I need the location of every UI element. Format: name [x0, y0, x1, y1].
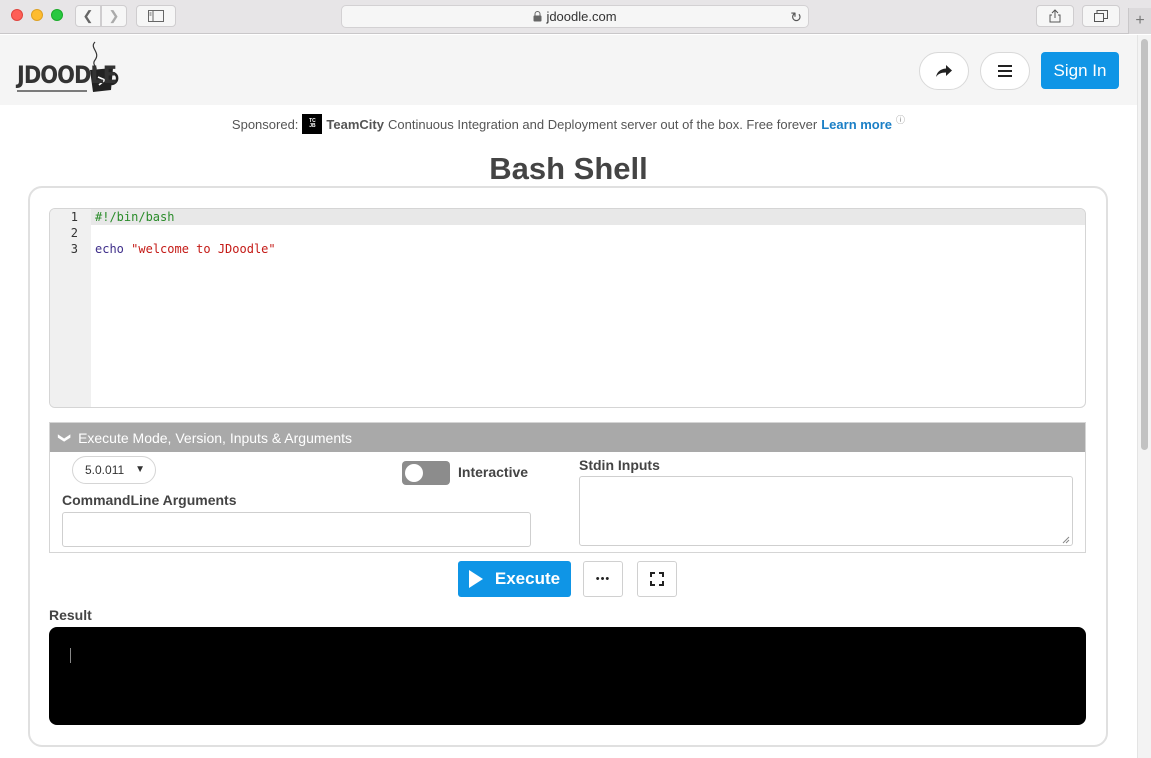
- chevron-right-icon: ❯: [108, 8, 120, 23]
- info-icon[interactable]: ⓘ: [896, 113, 905, 126]
- resize-grip-icon[interactable]: [1062, 536, 1070, 544]
- sidebar-icon: [148, 10, 164, 22]
- minimize-window-button[interactable]: [31, 9, 43, 21]
- commandline-args-input[interactable]: [62, 512, 531, 547]
- stdin-label: Stdin Inputs: [579, 457, 660, 473]
- close-window-button[interactable]: [11, 9, 23, 21]
- lock-icon: [533, 11, 542, 22]
- share-arrow-icon: [936, 65, 952, 77]
- fullscreen-button[interactable]: [637, 561, 677, 597]
- back-button[interactable]: ❮: [75, 5, 101, 27]
- sponsor-brand[interactable]: TeamCity: [326, 117, 384, 132]
- tabs-icon: [1094, 10, 1108, 22]
- toggle-knob: [405, 464, 423, 482]
- chevron-down-icon: ❯: [58, 432, 73, 443]
- sponsor-banner: Sponsored: TC JB TeamCity Continuous Inte…: [0, 113, 1137, 135]
- commandline-args-label: CommandLine Arguments: [62, 492, 237, 508]
- more-options-button[interactable]: •••: [583, 561, 623, 597]
- site-header: JDOODLE Sign In: [0, 35, 1137, 105]
- code-string: "welcome to JDoodle": [131, 242, 276, 256]
- reload-icon[interactable]: ↻: [790, 9, 802, 26]
- interactive-toggle[interactable]: [402, 461, 450, 485]
- terminal-cursor: [70, 648, 71, 663]
- result-label: Result: [49, 607, 92, 623]
- code-keyword: echo: [95, 242, 124, 256]
- zoom-window-button[interactable]: [51, 9, 63, 21]
- version-value: 5.0.011: [85, 463, 125, 477]
- execute-button[interactable]: Execute: [458, 561, 571, 597]
- line-number: 1: [70, 210, 78, 224]
- code-line-shebang: #!/bin/bash: [95, 210, 175, 224]
- share-icon: [1049, 9, 1061, 23]
- ellipsis-icon: •••: [595, 573, 611, 585]
- hamburger-icon: [998, 65, 1012, 77]
- page-scrollbar[interactable]: [1137, 35, 1151, 758]
- scroll-thumb[interactable]: [1141, 39, 1148, 450]
- sponsor-text: Continuous Integration and Deployment se…: [387, 116, 818, 132]
- url-text: jdoodle.com: [546, 9, 617, 24]
- teamcity-logo-icon[interactable]: TC JB: [302, 114, 323, 134]
- execute-options-header[interactable]: ❯ Execute Mode, Version, Inputs & Argume…: [50, 423, 1085, 452]
- sign-in-button[interactable]: Sign In: [1041, 52, 1119, 89]
- interactive-label: Interactive: [458, 464, 529, 480]
- fullscreen-icon: [650, 572, 664, 586]
- address-bar[interactable]: jdoodle.com ↻: [341, 5, 809, 28]
- sidebar-toggle-button[interactable]: [136, 5, 176, 27]
- menu-button[interactable]: [980, 52, 1030, 90]
- sponsor-prefix: Sponsored:: [231, 116, 299, 132]
- chevron-left-icon: ❮: [82, 8, 94, 23]
- active-line-highlight: [50, 209, 1085, 225]
- caret-down-icon: ▼: [135, 464, 145, 475]
- code-line-echo: echo "welcome to JDoodle": [95, 242, 276, 256]
- execute-options-title: Execute Mode, Version, Inputs & Argument…: [78, 429, 352, 446]
- stdin-input[interactable]: [579, 476, 1073, 546]
- show-tabs-button[interactable]: [1082, 5, 1120, 27]
- page-title: Bash Shell: [489, 151, 648, 186]
- execute-label: Execute: [494, 569, 561, 588]
- browser-share-button[interactable]: [1036, 5, 1074, 27]
- logo-text: JDOODLE: [17, 61, 117, 89]
- play-icon: [468, 570, 483, 588]
- result-output[interactable]: [49, 627, 1086, 725]
- learn-more-link[interactable]: Learn more: [821, 117, 892, 132]
- line-number: 3: [70, 242, 78, 256]
- version-select[interactable]: 5.0.011 ▼: [72, 456, 156, 484]
- share-button[interactable]: [919, 52, 969, 90]
- forward-button[interactable]: ❯: [101, 5, 127, 27]
- new-tab-button[interactable]: +: [1128, 8, 1151, 34]
- code-editor[interactable]: 1 2 3 #!/bin/bash echo "welcome to JDood…: [49, 208, 1086, 408]
- line-number: 2: [70, 226, 78, 240]
- jdoodle-logo[interactable]: JDOODLE: [15, 40, 119, 98]
- browser-toolbar: ❮ ❯ jdoodle.com ↻ +: [0, 0, 1151, 34]
